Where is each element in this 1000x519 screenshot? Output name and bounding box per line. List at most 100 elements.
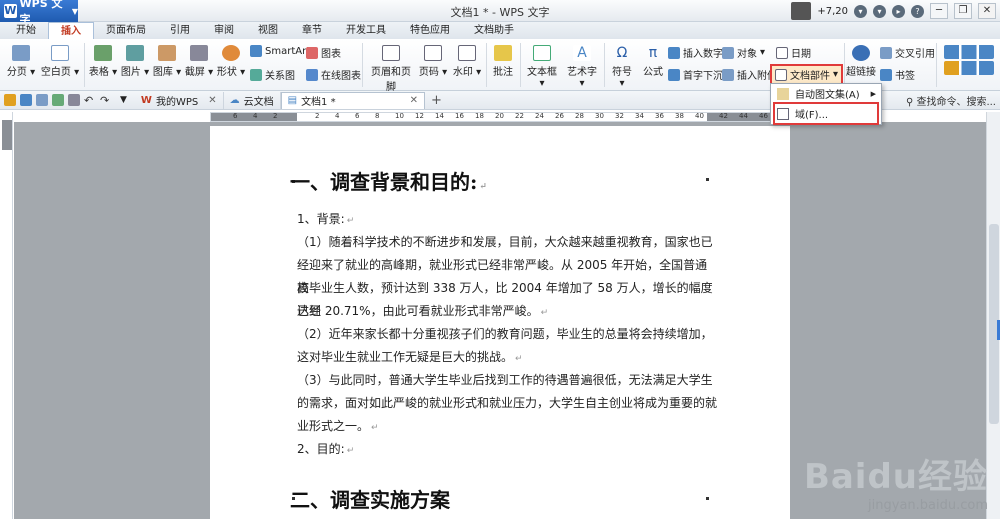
doc-line[interactable]: （2）近年来家长都十分重视孩子们的教育问题，毕业生的总量将会持续增加， — [297, 323, 717, 346]
doc-line[interactable]: 达到 20.71%，由此可看就业形式非常严峻。 ↵ — [297, 300, 717, 325]
tab-document1[interactable]: ▤ 文档1 * ✕ — [280, 91, 425, 109]
watermark-button[interactable]: 水印 ▾ — [452, 45, 482, 78]
relation-chart-button[interactable]: 关系图 — [250, 67, 295, 82]
undo-icon[interactable]: ↶ — [84, 94, 96, 107]
date-button[interactable]: 日期 — [776, 45, 811, 60]
tab-page-layout[interactable]: 页面布局 — [94, 22, 158, 39]
ruler-tick: 2 — [273, 112, 278, 120]
divider — [936, 43, 937, 87]
tab-insert[interactable]: 插入 — [48, 22, 94, 39]
tab-references[interactable]: 引用 — [158, 22, 202, 39]
online-chart-button[interactable]: 在线图表 — [306, 67, 361, 82]
close-button[interactable]: ✕ — [978, 3, 996, 19]
print-icon[interactable] — [52, 94, 64, 106]
user-avatar[interactable] — [791, 2, 812, 20]
doc-line[interactable]: 2、目的: ↵ — [297, 438, 717, 463]
insert-number-button[interactable]: 插入数字 — [668, 45, 723, 60]
divider — [604, 43, 605, 87]
tab-developer[interactable]: 开发工具 — [334, 22, 398, 39]
skin-icon[interactable]: ▾ — [854, 4, 867, 18]
ruler-tick: 10 — [395, 112, 404, 120]
screenshot-button[interactable]: 截屏 ▾ — [184, 45, 214, 78]
help-icon[interactable]: ? — [911, 4, 924, 18]
field-menu-item[interactable]: 域(F)... — [773, 102, 879, 125]
doc-line[interactable]: 业形式之一。 ↵ — [297, 415, 717, 440]
new-tab-icon[interactable]: + — [431, 93, 442, 108]
close-icon[interactable]: ✕ — [208, 95, 216, 106]
wordart-button[interactable]: A 艺术字 ▾ — [564, 45, 600, 89]
cross-reference-button[interactable]: 交叉引用 — [880, 45, 935, 60]
hyperlink-button[interactable]: 超链接 — [846, 45, 876, 78]
open-icon[interactable] — [4, 94, 16, 106]
formula-button[interactable]: π 公式 — [640, 45, 666, 78]
return-mark: ↵ — [540, 308, 549, 318]
extra-tools-group[interactable] — [942, 45, 996, 85]
heading-1[interactable]: 一、调查背景和目的: ↵ — [290, 166, 487, 195]
redo-icon[interactable]: ↷ — [100, 94, 112, 107]
chart-button[interactable]: 图表 — [306, 45, 341, 60]
doc-line[interactable]: （3）与此同时，普通大学生毕业后找到工作的待遇普遍很低，无法满足大学生 — [297, 369, 717, 392]
tab-view[interactable]: 视图 — [246, 22, 290, 39]
doc-line[interactable]: （1）随着科学技术的不断进步和发展，目前，大众越来越重视教育，国家也已 — [297, 231, 717, 254]
tab-chapter[interactable]: 章节 — [290, 22, 334, 39]
minimize-button[interactable]: ─ — [930, 3, 948, 19]
textbox-button[interactable]: 文本框 ▾ — [524, 45, 560, 89]
ruler-tick: 46 — [759, 112, 768, 120]
share-icon[interactable]: ▸ — [892, 4, 905, 18]
bookmark-label: 书签 — [895, 71, 915, 82]
tab-my-wps[interactable]: W 我的WPS ✕ — [135, 91, 224, 109]
doc-parts-label: 文档部件 — [790, 71, 830, 82]
tab-doc-assistant[interactable]: 文档助手 — [462, 22, 526, 39]
ruler-tick: 32 — [615, 112, 624, 120]
field-label: 域(F)... — [795, 110, 829, 121]
comment-button[interactable]: 批注 — [490, 45, 516, 78]
ruler-tick: 28 — [575, 112, 584, 120]
header-footer-button[interactable]: 页眉和页脚 — [368, 45, 414, 93]
page-break-button[interactable]: 分页 ▾ — [4, 45, 38, 78]
export-icon[interactable] — [36, 94, 48, 106]
tab-home[interactable]: 开始 — [4, 22, 48, 39]
save-icon[interactable] — [20, 94, 32, 106]
blank-page-button[interactable]: 空白页 ▾ — [40, 45, 80, 78]
object-label: 对象 — [737, 49, 757, 60]
table-button[interactable]: 表格 ▾ — [88, 45, 118, 78]
doc-icon: ▤ — [287, 95, 298, 106]
heading-2[interactable]: 二、调查实施方案 — [290, 484, 450, 513]
bookmark-icon — [880, 68, 892, 81]
score-label[interactable]: +7,20 — [817, 6, 848, 17]
drop-cap-button[interactable]: 首字下沉 — [668, 67, 723, 82]
symbol-button[interactable]: Ω 符号 ▾ — [608, 45, 636, 89]
shapes-button[interactable]: 形状 ▾ — [216, 45, 246, 78]
object-button[interactable]: 对象 ▾ — [722, 45, 765, 60]
vertical-ruler[interactable] — [2, 112, 13, 519]
doc-parts-dropdown: 自动图文集(A) ▶ 域(F)... — [770, 83, 882, 125]
tab-features[interactable]: 特色应用 — [398, 22, 462, 39]
return-mark: ↵ — [346, 446, 355, 456]
auto-text-menu-item[interactable]: 自动图文集(A) ▶ — [771, 84, 881, 103]
page-number-button[interactable]: 页码 ▾ — [418, 45, 448, 78]
bookmark-button[interactable]: 书签 — [880, 67, 915, 82]
picture-button[interactable]: 图片 ▾ — [120, 45, 150, 78]
ruler-tick: 2 — [315, 112, 320, 120]
doc-parts-button[interactable]: 文档部件 ▾ — [769, 64, 844, 85]
smartart-label: SmartArt — [265, 45, 311, 57]
horizontal-ruler[interactable]: 6 4 2 2 4 6 8 10 12 14 16 18 20 22 24 26… — [210, 112, 791, 122]
insert-attachment-button[interactable]: 插入附件 — [722, 67, 777, 82]
tab-cloud-docs[interactable]: ☁ 云文档 — [224, 91, 281, 109]
drop-cap-icon — [668, 68, 680, 81]
preview-icon[interactable] — [68, 94, 80, 106]
chevron-down-icon[interactable]: ▼ — [120, 95, 127, 105]
gallery-icon — [158, 45, 176, 61]
smartart-button[interactable]: SmartArt — [250, 45, 310, 57]
doc-line[interactable]: 1、背景: ↵ — [297, 208, 717, 233]
close-icon[interactable]: ✕ — [410, 95, 418, 106]
gallery-button[interactable]: 图库 ▾ — [152, 45, 182, 78]
insert-attachment-label: 插入附件 — [737, 71, 777, 82]
doc-line[interactable]: 的需求，面对如此严峻的就业形式和就业压力，大学生自主创业将成为重要的就 — [297, 392, 717, 415]
vertical-scrollbar[interactable] — [986, 112, 1000, 519]
settings-icon[interactable]: ▾ — [873, 4, 886, 18]
doc-line[interactable]: 这对毕业生就业工作无疑是巨大的挑战。 ↵ — [297, 346, 717, 371]
tab-review[interactable]: 审阅 — [202, 22, 246, 39]
restore-button[interactable]: ❐ — [954, 3, 972, 19]
command-search[interactable]: ⚲ 查找命令、搜索... — [906, 93, 996, 108]
